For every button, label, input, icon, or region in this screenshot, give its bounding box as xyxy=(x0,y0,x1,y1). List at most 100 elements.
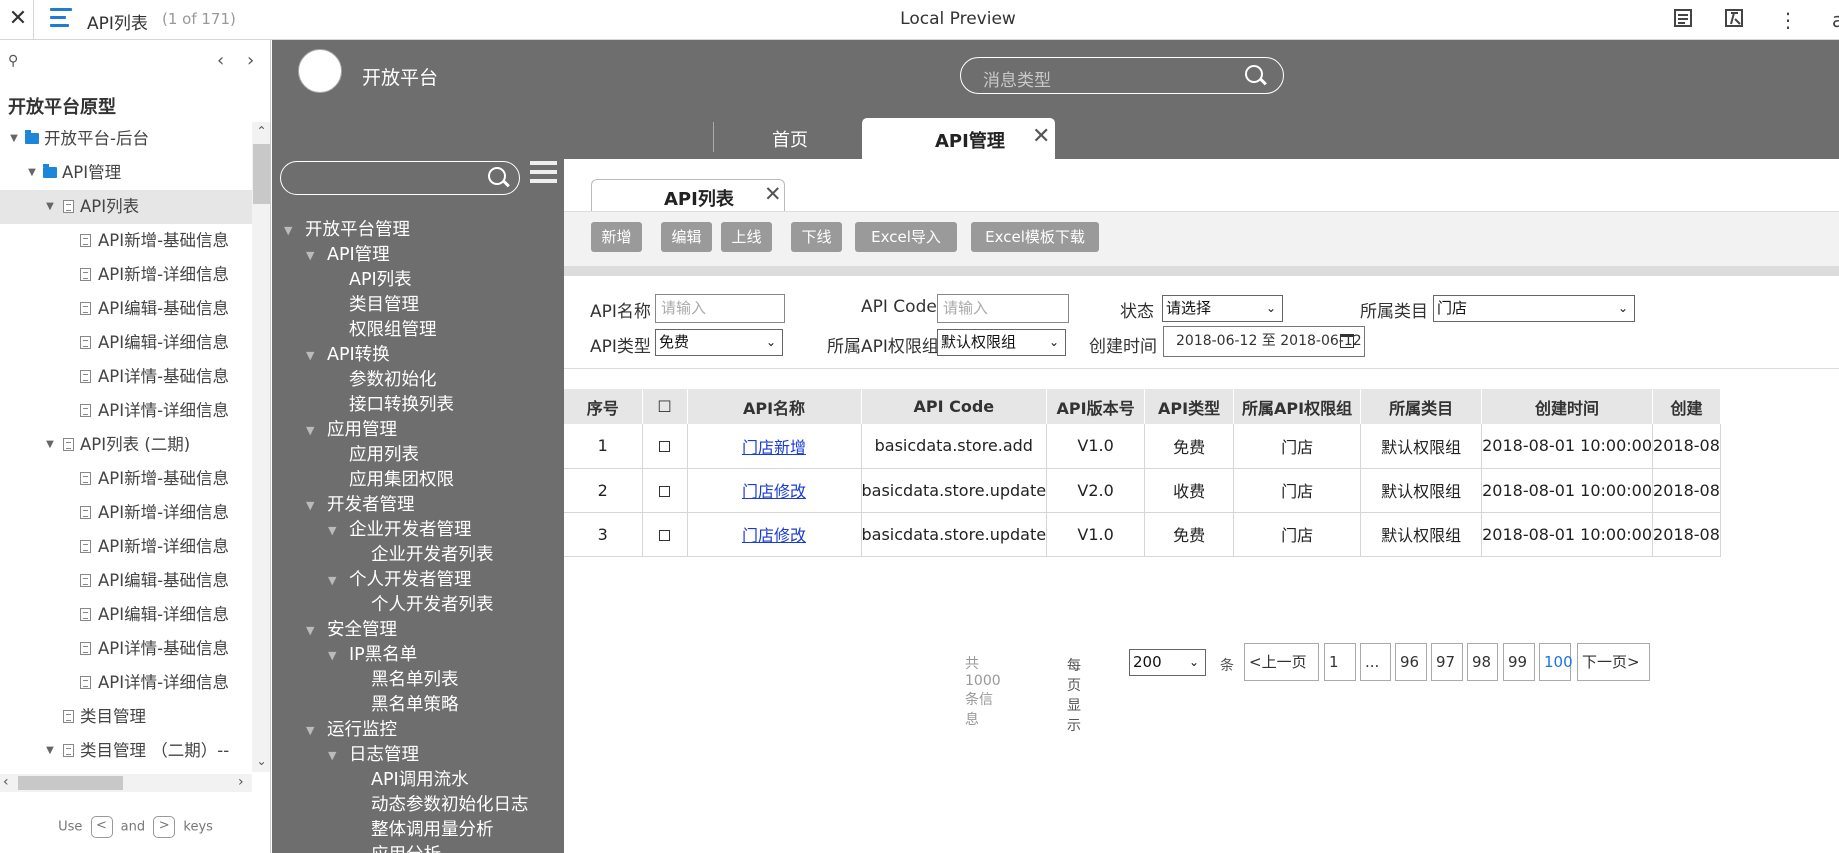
page-number-button[interactable]: ... xyxy=(1360,643,1391,681)
caret-down-icon[interactable]: ▼ xyxy=(328,518,336,543)
edit-button[interactable]: 编辑 xyxy=(661,222,712,252)
caret-down-icon[interactable]: ▼ xyxy=(26,156,38,190)
perm-group-select[interactable]: 默认权限组 ⌄ xyxy=(937,329,1066,356)
online-button[interactable]: 上线 xyxy=(721,222,772,252)
outline-vertical-scrollbar[interactable]: ⌃ ⌄ xyxy=(252,122,270,772)
nav-item[interactable]: ▼ 日志管理 xyxy=(272,743,562,768)
nav-item[interactable]: ▼ IP黑名单 xyxy=(272,643,562,668)
nav-item[interactable]: 动态参数初始化日志 xyxy=(272,793,562,818)
clear-format-icon[interactable] xyxy=(1722,8,1746,32)
close-tab-icon[interactable]: ✕ xyxy=(1032,124,1050,149)
page-number-button[interactable]: 1 xyxy=(1324,643,1356,681)
nav-item[interactable]: ▼ 安全管理 xyxy=(272,618,562,643)
nav-item[interactable]: 权限组管理 xyxy=(272,318,562,343)
row-checkbox[interactable] xyxy=(659,485,670,497)
search-icon[interactable] xyxy=(488,167,510,189)
outline-item[interactable]: ▼ API列表 xyxy=(0,190,252,224)
add-button[interactable]: 新增 xyxy=(591,222,642,252)
page-number-button[interactable]: 98 xyxy=(1467,643,1498,681)
nav-item[interactable]: ▼ 个人开发者管理 xyxy=(272,568,562,593)
caret-down-icon[interactable]: ▼ xyxy=(44,734,56,768)
nav-search-input[interactable] xyxy=(280,161,520,195)
page-number-button[interactable]: 99 xyxy=(1503,643,1535,681)
excel-template-download-button[interactable]: Excel模板下载 xyxy=(971,222,1099,252)
nav-item[interactable]: 接口转换列表 xyxy=(272,393,562,418)
category-select[interactable]: 门店 ⌄ xyxy=(1433,295,1635,322)
outline-item[interactable]: API新增-详细信息 xyxy=(0,530,252,564)
search-icon[interactable]: ⚲ xyxy=(8,53,18,69)
caret-down-icon[interactable]: ▼ xyxy=(328,568,336,593)
scroll-down-icon[interactable]: ⌄ xyxy=(252,754,270,768)
outline-item[interactable]: API详情-基础信息 xyxy=(0,632,252,666)
outline-item[interactable]: ▼ 开放平台-后台 xyxy=(0,122,252,156)
page-number-button[interactable]: 96 xyxy=(1395,643,1427,681)
col-select-all-checkbox[interactable]: ☐ xyxy=(642,389,688,424)
nav-item[interactable]: ▼ 开发者管理 xyxy=(272,493,562,518)
caret-down-icon[interactable]: ▼ xyxy=(306,243,314,268)
outline-item[interactable]: API新增-详细信息 xyxy=(0,258,252,292)
next-page-arrow-icon[interactable]: › xyxy=(247,50,254,71)
outline-item[interactable]: API详情-详细信息 xyxy=(0,394,252,428)
row-checkbox[interactable] xyxy=(659,529,670,541)
collapse-menu-icon[interactable] xyxy=(530,161,557,189)
search-icon[interactable] xyxy=(1245,65,1267,87)
caret-down-icon[interactable]: ▼ xyxy=(328,643,336,668)
nav-item[interactable]: API列表 xyxy=(272,268,562,293)
outline-item[interactable]: API编辑-基础信息 xyxy=(0,292,252,326)
tab-api-management[interactable]: API管理 ✕ xyxy=(862,118,1055,159)
nav-item[interactable]: ▼ API转换 xyxy=(272,343,562,368)
nav-item[interactable]: ▼ 运行监控 xyxy=(272,718,562,743)
api-name-link[interactable]: 门店修改 xyxy=(742,482,806,501)
caret-down-icon[interactable]: ▼ xyxy=(306,618,314,643)
message-type-search[interactable]: 消息类型 xyxy=(960,57,1284,94)
prev-page-arrow-icon[interactable]: ‹ xyxy=(217,50,224,71)
caret-down-icon[interactable]: ▼ xyxy=(328,743,336,768)
offline-button[interactable]: 下线 xyxy=(791,222,842,252)
outline-item[interactable]: API编辑-详细信息 xyxy=(0,598,252,632)
nav-item[interactable]: 黑名单策略 xyxy=(272,693,562,718)
calendar-icon[interactable] xyxy=(1340,334,1354,348)
nav-item[interactable]: ▼ 开放平台管理 xyxy=(272,218,562,243)
created-time-range[interactable]: 2018-06-12 至 2018-06-12 xyxy=(1163,326,1365,357)
caret-down-icon[interactable]: ▼ xyxy=(306,493,314,518)
nav-item[interactable]: 类目管理 xyxy=(272,293,562,318)
page-number-button[interactable]: 100 xyxy=(1539,643,1573,681)
outline-item[interactable]: API编辑-详细信息 xyxy=(0,326,252,360)
scroll-up-icon[interactable]: ⌃ xyxy=(252,124,270,138)
close-subtab-icon[interactable]: ✕ xyxy=(764,182,782,206)
outline-item[interactable]: API详情-详细信息 xyxy=(0,666,252,700)
outline-item[interactable]: ▼ 类目管理 （二期）-- xyxy=(0,734,252,768)
outline-item[interactable]: API详情-基础信息 xyxy=(0,360,252,394)
account-icon[interactable]: a xyxy=(1826,8,1839,32)
caret-down-icon[interactable]: ▼ xyxy=(8,122,20,156)
status-select[interactable]: 请选择 ⌄ xyxy=(1162,295,1283,322)
outline-item[interactable]: ▼ API列表 (二期) xyxy=(0,428,252,462)
per-page-select[interactable]: 200 ⌄ xyxy=(1129,649,1206,676)
outline-horizontal-scrollbar[interactable]: ‹ › xyxy=(0,774,252,792)
nav-item[interactable]: 整体调用量分析 xyxy=(272,818,562,843)
outline-item[interactable]: 类目管理 xyxy=(0,700,252,734)
outline-item[interactable]: API新增-基础信息 xyxy=(0,224,252,258)
outline-item[interactable]: API新增-详细信息 xyxy=(0,496,252,530)
notes-icon[interactable] xyxy=(1671,8,1695,32)
api-name-link[interactable]: 门店新增 xyxy=(742,438,806,457)
subtab-api-list[interactable]: API列表 ✕ xyxy=(591,179,785,211)
nav-item[interactable]: ▼ 应用管理 xyxy=(272,418,562,443)
outline-item[interactable]: API新增-基础信息 xyxy=(0,462,252,496)
nav-item[interactable]: 应用分析 xyxy=(272,843,562,853)
nav-item[interactable]: 应用列表 xyxy=(272,443,562,468)
api-code-input[interactable]: 请输入 xyxy=(937,294,1069,323)
scroll-thumb[interactable] xyxy=(253,144,270,204)
nav-item[interactable]: 参数初始化 xyxy=(272,368,562,393)
outline-item[interactable]: API编辑-基础信息 xyxy=(0,564,252,598)
nav-item[interactable]: 应用集团权限 xyxy=(272,468,562,493)
nav-item[interactable]: 黑名单列表 xyxy=(272,668,562,693)
next-page-button[interactable]: 下一页> xyxy=(1577,643,1650,681)
prev-page-button[interactable]: <上一页 xyxy=(1244,643,1319,681)
nav-item[interactable]: ▼ API管理 xyxy=(272,243,562,268)
nav-item[interactable]: ▼ 企业开发者管理 xyxy=(272,518,562,543)
nav-item[interactable]: API调用流水 xyxy=(272,768,562,793)
api-type-select[interactable]: 免费 ⌄ xyxy=(655,329,783,356)
more-icon[interactable]: ⋮ xyxy=(1776,8,1800,32)
outline-item[interactable]: ▼ API管理 xyxy=(0,156,252,190)
